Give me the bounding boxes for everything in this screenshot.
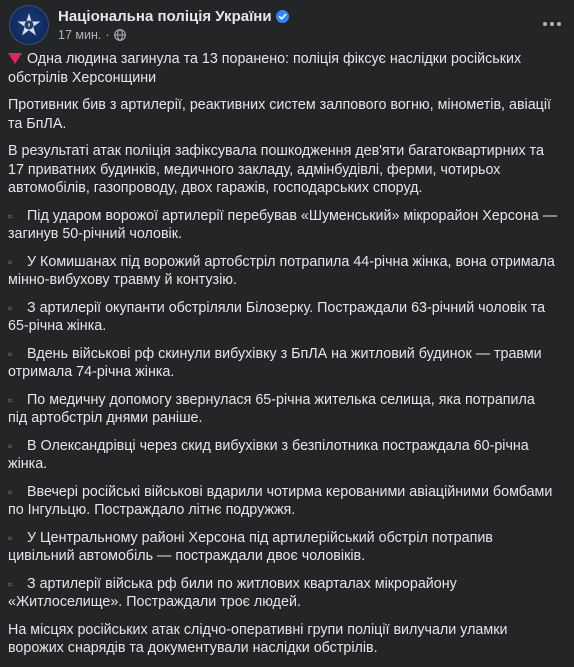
list-item-text: В Олександрівці через скид вибухівки з б…	[8, 437, 529, 473]
bullet-icon: ▫	[8, 254, 13, 269]
meta-separator: ·	[105, 28, 110, 42]
police-emblem-icon	[17, 13, 41, 36]
bullet-icon: ▫	[8, 438, 13, 453]
post-body: Одна людина загинула та 13 поранено: пол…	[8, 50, 558, 667]
post-timestamp[interactable]: 17 мин.	[58, 28, 101, 42]
list-item-text: У Комишанах під ворожий артобстріл потра…	[8, 253, 555, 289]
list-item-text: Під ударом ворожої артилерії перебував «…	[8, 207, 558, 243]
post-paragraph-2: В результаті атак поліція зафіксувала по…	[8, 143, 544, 196]
post-meta: 17 мин. ·	[58, 28, 126, 42]
list-item: ▫ У Центральному районі Херсона під артил…	[8, 529, 558, 566]
list-item-text: Ввечері російські військові вдарили чоти…	[8, 483, 553, 519]
list-item: ▫ В Олександрівці через скид вибухівки з …	[8, 437, 558, 474]
bullet-icon: ▫	[8, 576, 13, 591]
bullet-icon: ▫	[8, 346, 13, 361]
page-avatar[interactable]	[9, 5, 49, 45]
headline-text: Одна людина загинула та 13 поранено: пол…	[8, 51, 522, 86]
page-name: Національна поліція України	[58, 8, 272, 25]
post-headline: Одна людина загинула та 13 поранено: пол…	[8, 50, 558, 87]
list-item-text: З артилерії війська рф били по житлових …	[8, 575, 457, 611]
list-item-text: У Центральному районі Херсона під артиле…	[8, 529, 493, 565]
list-item-text: По медичну допомогу звернулася 65-річна …	[8, 391, 535, 427]
bullet-icon: ▫	[8, 484, 13, 499]
post-closing: На місцях російських атак слідчо-операти…	[8, 621, 508, 657]
more-options-icon	[543, 22, 561, 26]
globe-icon	[113, 29, 126, 41]
more-options-button[interactable]	[538, 14, 566, 34]
list-item: ▫ Під ударом ворожої артилерії перебував …	[8, 207, 558, 244]
list-item: ▫ По медичну допомогу звернулася 65-річна…	[8, 391, 558, 428]
post-paragraph-1: Противник бив з артилерії, реактивних си…	[8, 97, 552, 132]
verified-badge-icon	[275, 10, 289, 23]
red-triangle-icon	[8, 53, 22, 64]
bullet-icon: ▫	[8, 392, 13, 407]
list-item-text: З артилерії окупанти обстріляли Білозерк…	[8, 299, 546, 335]
bullet-icon: ▫	[8, 530, 13, 545]
list-item: ▫ Ввечері російські військові вдарили чот…	[8, 483, 558, 520]
bullet-icon: ▫	[8, 208, 13, 223]
list-item: ▫ У Комишанах під ворожий артобстріл потр…	[8, 253, 558, 290]
page-name-link[interactable]: Національна поліція України	[58, 8, 289, 25]
list-item: ▫ З артилерії окупанти обстріляли Білозер…	[8, 299, 558, 336]
list-item: ▫ З артилерії війська рф били по житлових…	[8, 575, 558, 612]
facebook-post: Національна поліція України 17 мин. · Од…	[0, 0, 574, 656]
bullet-icon: ▫	[8, 300, 13, 315]
list-item-text: Вдень військові рф скинули вибухівку з Б…	[8, 345, 542, 381]
post-header: Національна поліція України 17 мин. ·	[8, 4, 566, 46]
list-item: ▫ Вдень військові рф скинули вибухівку з …	[8, 345, 558, 382]
